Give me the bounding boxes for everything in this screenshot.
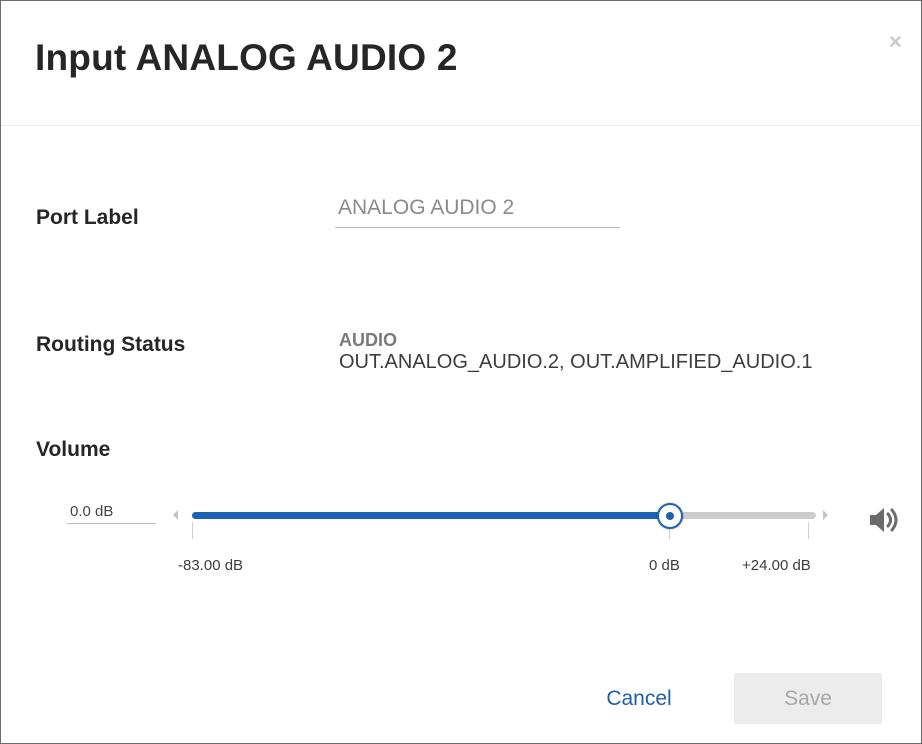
volume-heading: Volume xyxy=(36,438,111,461)
save-button[interactable]: Save xyxy=(734,673,882,724)
volume-slider-thumb[interactable] xyxy=(657,503,683,529)
slider-tick xyxy=(808,522,809,539)
tick-label-max: +24.00 dB xyxy=(742,557,811,574)
volume-slider-fill xyxy=(192,512,669,519)
cancel-button[interactable]: Cancel xyxy=(591,677,687,721)
increase-arrow-icon[interactable] xyxy=(823,510,828,520)
input-settings-dialog: Input ANALOG AUDIO 2 × Port Label Routin… xyxy=(0,0,922,744)
routing-outputs: OUT.ANALOG_AUDIO.2, OUT.AMPLIFIED_AUDIO.… xyxy=(339,351,813,373)
port-label-heading: Port Label xyxy=(36,206,139,229)
dialog-header: Input ANALOG AUDIO 2 × xyxy=(1,1,921,126)
close-icon[interactable]: × xyxy=(889,29,902,55)
dialog-title: Input ANALOG AUDIO 2 xyxy=(35,37,458,78)
routing-signal-type: AUDIO xyxy=(339,330,397,350)
tick-label-min: -83.00 dB xyxy=(178,557,244,574)
speaker-icon[interactable] xyxy=(868,505,902,540)
tick-label-zero: 0 dB xyxy=(649,557,680,574)
volume-value-field[interactable]: 0.0 dB xyxy=(67,503,156,524)
decrease-arrow-icon[interactable] xyxy=(173,510,178,520)
routing-status-heading: Routing Status xyxy=(36,333,186,356)
port-label-input[interactable] xyxy=(335,189,620,228)
volume-slider-track[interactable] xyxy=(192,512,816,519)
slider-tick xyxy=(192,522,193,539)
